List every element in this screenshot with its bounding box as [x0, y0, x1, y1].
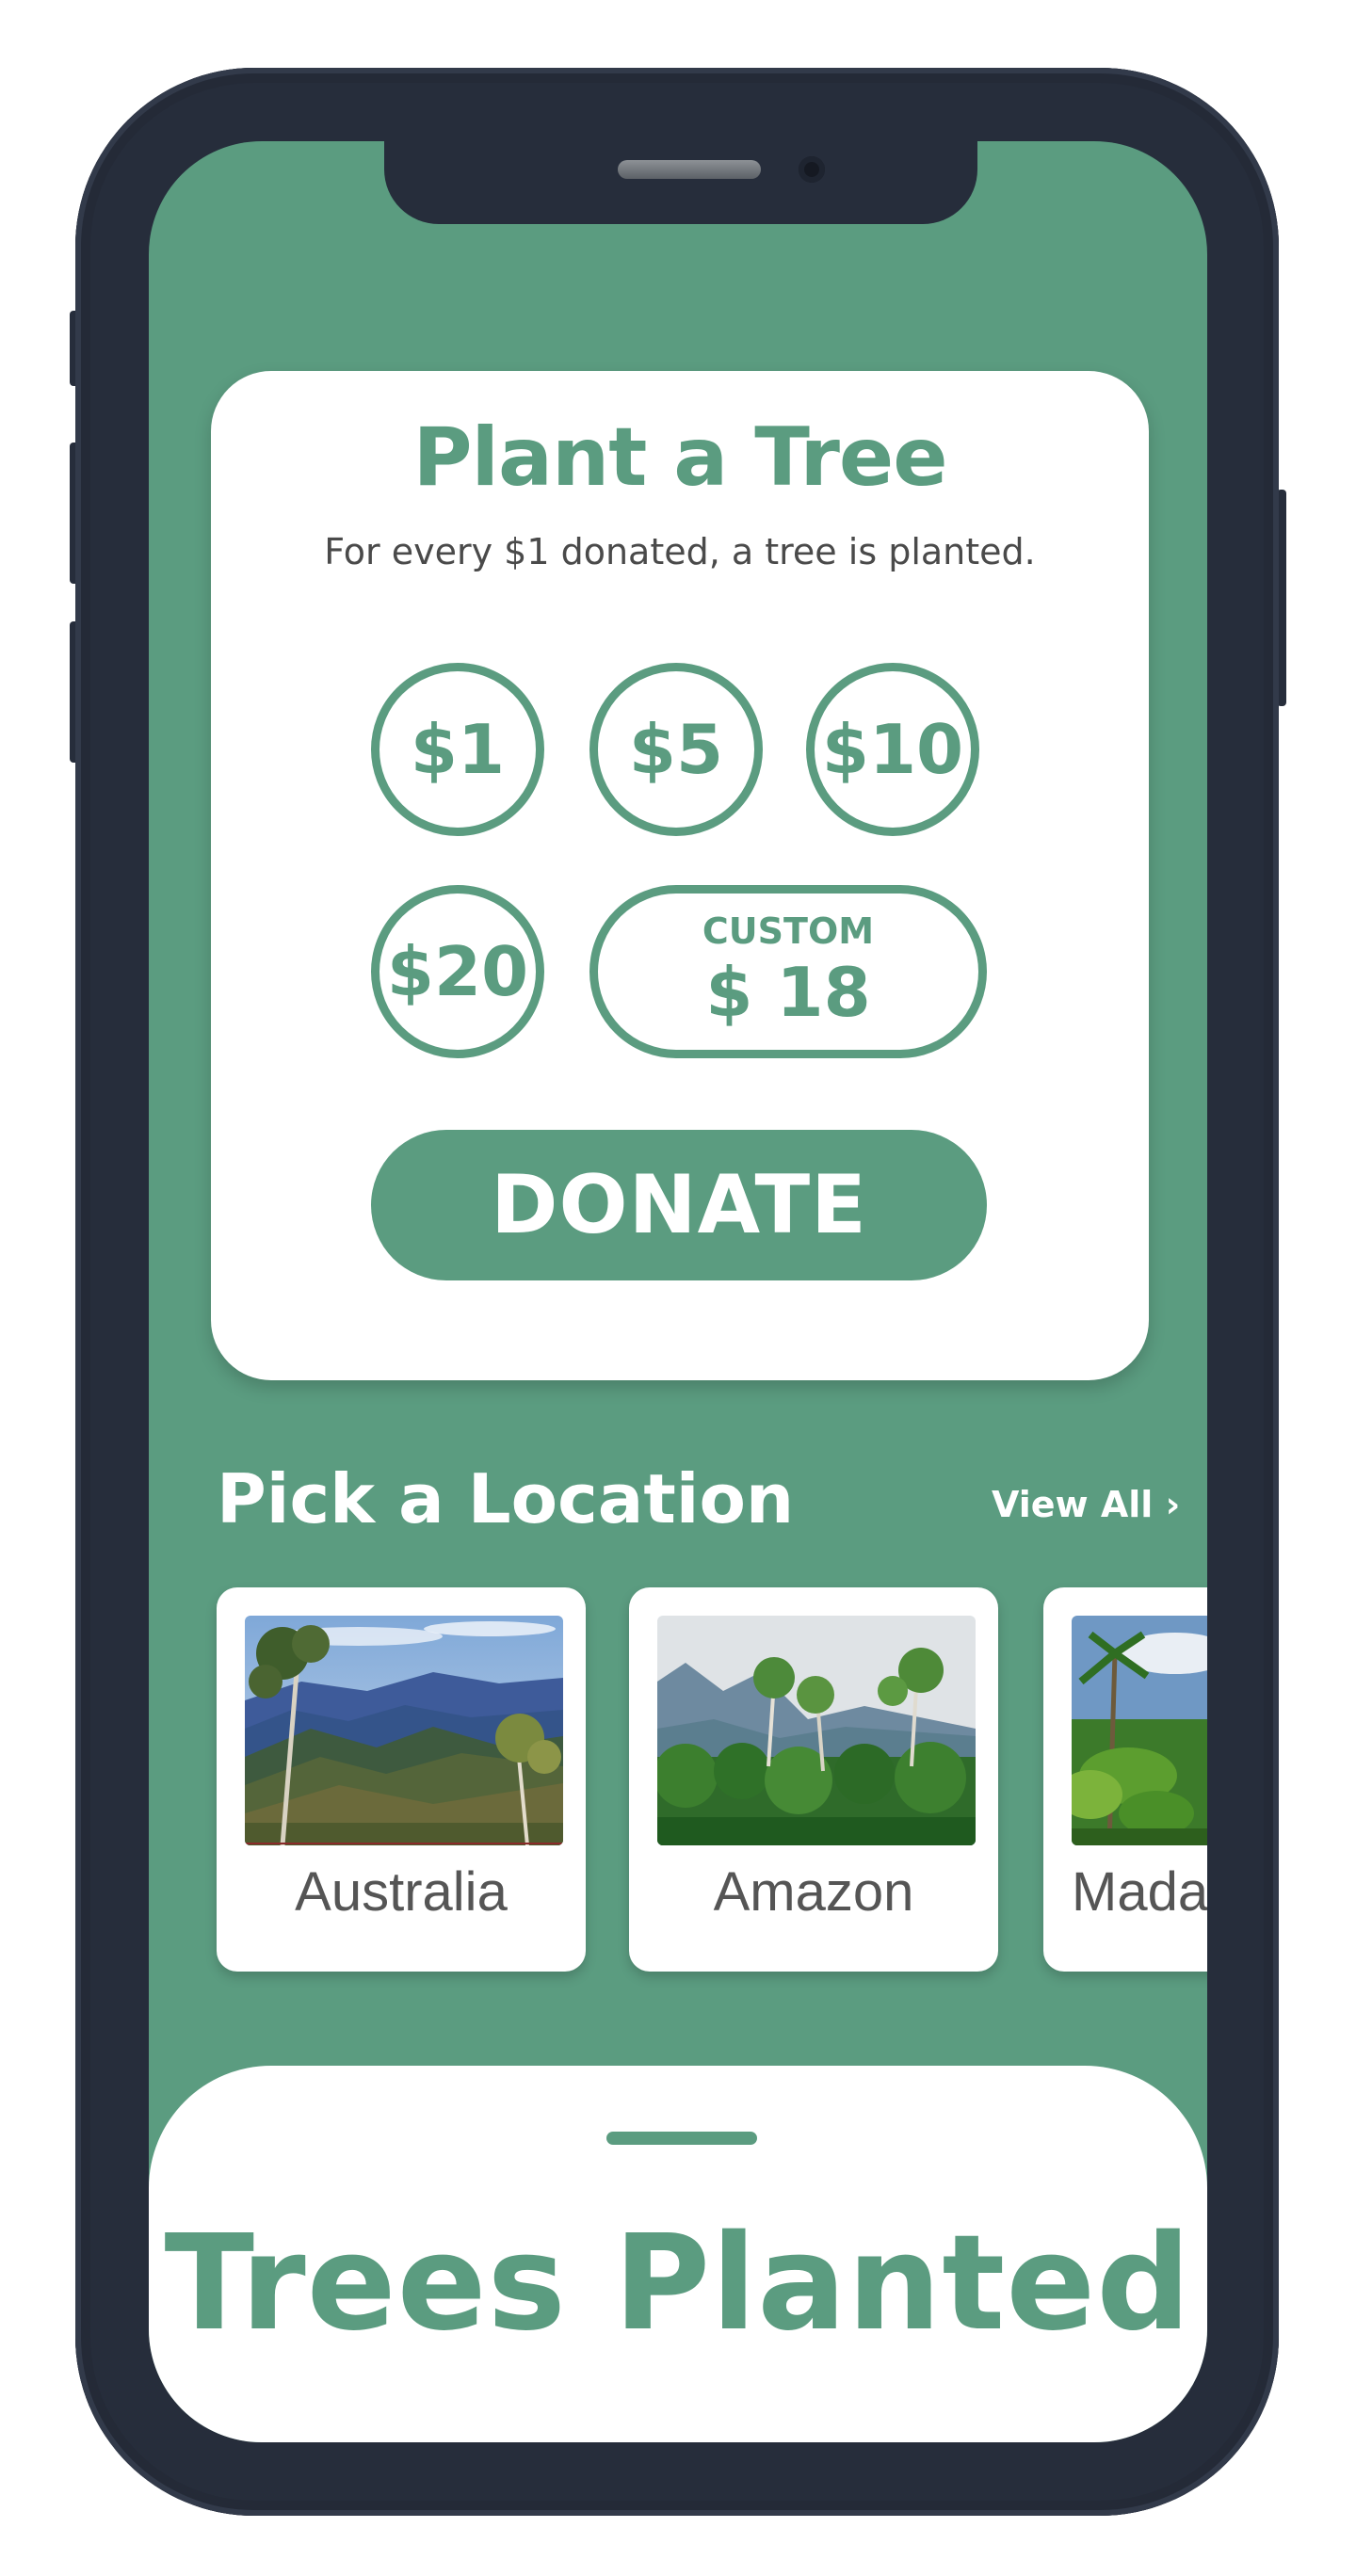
front-camera	[799, 156, 825, 183]
location-card-madagascar[interactable]: Mada	[1043, 1587, 1207, 1972]
amount-button-10[interactable]: $10	[806, 663, 979, 836]
speaker-grille	[618, 160, 761, 179]
donation-subtitle: For every $1 donated, a tree is planted.	[324, 531, 1036, 572]
location-card-amazon[interactable]: Amazon	[629, 1587, 998, 1972]
location-card-australia[interactable]: Australia	[217, 1587, 586, 1972]
australia-photo	[245, 1616, 563, 1845]
notch	[384, 141, 977, 224]
custom-amount-button[interactable]: CUSTOM $ 18	[589, 885, 987, 1058]
amazon-photo	[657, 1616, 976, 1845]
app-mockup: Plant a Tree For every $1 donated, a tre…	[0, 0, 1356, 2576]
amount-button-1[interactable]: $1	[371, 663, 544, 836]
phone-frame: Plant a Tree For every $1 donated, a tre…	[75, 68, 1279, 2516]
custom-amount-value: $ 18	[705, 953, 871, 1032]
trees-planted-title: Trees Planted	[164, 2207, 1192, 2360]
amount-button-20[interactable]: $20	[371, 885, 544, 1058]
donation-title: Plant a Tree	[412, 411, 947, 505]
locations-heading: Pick a Location	[217, 1459, 795, 1538]
donation-card: Plant a Tree For every $1 donated, a tre…	[211, 371, 1149, 1380]
location-label-australia: Australia	[295, 1861, 508, 1923]
location-label-amazon: Amazon	[713, 1861, 914, 1923]
location-label-madagascar: Mada	[1072, 1861, 1207, 1923]
trees-planted-sheet: Trees Planted	[149, 2066, 1207, 2442]
phone-screen: Plant a Tree For every $1 donated, a tre…	[149, 141, 1207, 2442]
custom-amount-label: CUSTOM	[702, 910, 875, 952]
amount-button-5[interactable]: $5	[589, 663, 763, 836]
sheet-drag-handle[interactable]	[606, 2132, 757, 2145]
view-all-link[interactable]: View All ›	[992, 1484, 1180, 1525]
donate-button[interactable]: DONATE	[371, 1130, 987, 1280]
madagascar-photo	[1072, 1616, 1207, 1845]
